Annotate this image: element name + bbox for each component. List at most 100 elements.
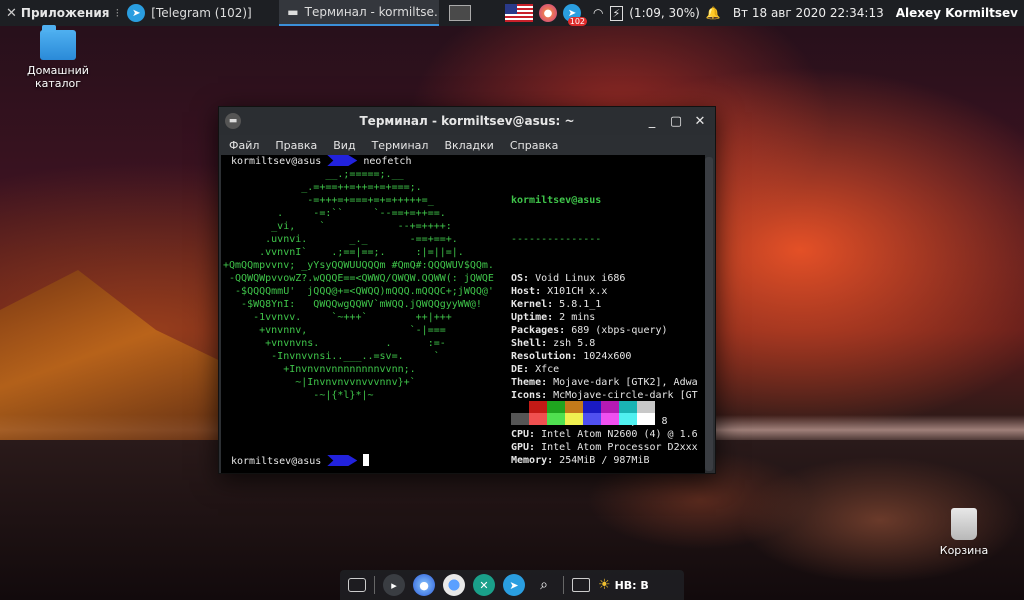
info-line: GPU: Intel Atom Processor D2xxx (511, 441, 701, 454)
prompt-arrow-icon (327, 155, 358, 166)
info-key: Shell: (511, 338, 548, 349)
info-line: Resolution: 1024x600 (511, 350, 701, 363)
info-line: DE: Xfce (511, 363, 701, 376)
palette-swatch (637, 401, 655, 413)
window-menubar: Файл Правка Вид Терминал Вкладки Справка (219, 135, 715, 155)
prompt-line-2: kormiltsev@asus (231, 454, 370, 468)
dock-separator (374, 576, 375, 594)
ascii-line: -$WQ8YnI: QWQQwgQQWV`mWQQ.jQWQQgyyWW@! (223, 299, 482, 310)
terminal-scrollbar[interactable] (705, 157, 713, 471)
xfce-logo-icon: ✕ (6, 5, 17, 21)
window-titlebar[interactable]: ▬ Терминал - kormiltsev@asus: ~ _ ▢ ✕ (219, 107, 715, 135)
palette-swatch (619, 401, 637, 413)
info-separator: --------------- (511, 234, 602, 245)
info-key: CPU: (511, 429, 536, 440)
ascii-line: _.=+==++=++=+=+===;. (223, 182, 422, 193)
info-value: McMojave-circle-dark [GT (547, 390, 698, 401)
prompt-arrow-icon (327, 455, 358, 466)
close-button[interactable]: ✕ (693, 114, 707, 129)
ascii-line: -$QQQQmmU' jQQQ@+=<QWQQ)mQQQ.mQQQC+;jWQQ… (223, 286, 494, 297)
dock-separator (563, 576, 564, 594)
system-info: kormiltsev@asus --------------- OS: Void… (511, 168, 701, 493)
workspace-switcher[interactable] (449, 5, 472, 21)
ascii-line: +Invnvnvnnnnnnnnvvnn;. (223, 364, 416, 375)
task-label: [Telegram (102)] (151, 6, 252, 20)
menu-file[interactable]: Файл (229, 139, 259, 152)
info-key: Resolution: (511, 351, 578, 362)
terminal-icon[interactable]: ▸ (383, 574, 405, 596)
info-host-header: kormiltsev@asus (511, 195, 602, 206)
clock[interactable]: Вт 18 авг 2020 22:34:13 (733, 6, 884, 20)
trash-icon (951, 508, 977, 540)
firefox-icon[interactable]: ● (539, 4, 558, 22)
wifi-icon[interactable]: ◠ (593, 6, 603, 20)
palette-swatch (637, 413, 655, 425)
chromium-icon[interactable] (443, 574, 465, 596)
ascii-line: +vnvnnv, `-|=== (223, 325, 446, 336)
menu-edit[interactable]: Правка (275, 139, 317, 152)
prompt-command: neofetch (363, 156, 412, 167)
firefox-icon[interactable]: ● (413, 574, 435, 596)
info-line: CPU: Intel Atom N2600 (4) @ 1.6 (511, 428, 701, 441)
home-folder-desktop-icon[interactable]: Домашний каталог (20, 25, 96, 90)
files-icon[interactable] (572, 578, 590, 592)
us-flag-icon[interactable] (505, 4, 534, 22)
user-menu[interactable]: Alexey Kormiltsev (896, 6, 1018, 20)
menu-view[interactable]: Вид (333, 139, 355, 152)
telegram-icon[interactable]: ➤ (503, 574, 525, 596)
battery-status[interactable]: (1:09, 30%) (629, 6, 700, 20)
palette-swatch (565, 401, 583, 413)
menu-terminal[interactable]: Терминал (372, 139, 429, 152)
ascii-line: -~|{*l}*|~ (223, 390, 374, 401)
info-value: Intel Atom N2600 (4) @ 1.6 (535, 429, 698, 440)
palette-swatch (583, 401, 601, 413)
terminal-window: ▬ Терминал - kormiltsev@asus: ~ _ ▢ ✕ Фа… (218, 106, 716, 474)
window-list-icon[interactable] (348, 578, 366, 592)
ascii-line: .uvnvi. _._ -==+==+. (223, 234, 458, 245)
prompt-line-1: kormiltsev@asus neofetch (231, 155, 411, 168)
ascii-line: _vi, ` --+=++++: (223, 221, 452, 232)
info-value: 5.8.1_1 (553, 299, 602, 310)
task-terminal[interactable]: ▬ Терминал - kormiltse… (279, 0, 440, 26)
palette-swatch (547, 401, 565, 413)
terminal-icon: ▬ (287, 5, 299, 19)
menu-help[interactable]: Справка (510, 139, 558, 152)
ascii-line: ~|Invnvnvvnvvvnnv}+` (223, 377, 416, 388)
prompt-user: kormiltsev@asus (231, 156, 322, 167)
maximize-button[interactable]: ▢ (669, 114, 683, 129)
palette-swatch (619, 413, 637, 425)
info-line: OS: Void Linux i686 (511, 272, 701, 285)
info-key: Icons: (511, 390, 548, 401)
trash-label: Корзина (939, 544, 989, 557)
info-line: Memory: 254MiB / 987MiB (511, 454, 701, 467)
applications-menu-button[interactable]: ✕ Приложения (0, 0, 115, 26)
telegram-tray-icon[interactable]: ➤ 102 (563, 4, 588, 26)
ascii-line: +vnvnvns. . :=- (223, 338, 446, 349)
top-panel: ✕ Приложения ⁝ ➤ [Telegram (102)] ▬ Терм… (0, 0, 1024, 26)
info-line: Theme: Mojave-dark [GTK2], Adwa (511, 376, 701, 389)
palette-swatch (601, 413, 619, 425)
applications-label: Приложения (20, 6, 110, 20)
info-key: Host: (511, 286, 542, 297)
window-menu-icon[interactable]: ▬ (225, 113, 241, 129)
palette-swatch (529, 401, 547, 413)
info-line: Host: X101CH x.x (511, 285, 701, 298)
minimize-button[interactable]: _ (645, 114, 659, 129)
task-telegram[interactable]: ➤ [Telegram (102)] (119, 0, 279, 26)
info-value: X101CH x.x (541, 286, 608, 297)
terminal-output[interactable]: kormiltsev@asus neofetch __.;=====;.__ _.… (221, 155, 705, 473)
xmind-icon[interactable]: ✕ (473, 574, 495, 596)
menu-tabs[interactable]: Вкладки (444, 139, 493, 152)
bottom-dock: ▸ ● ✕ ➤ ⌕ ☀ НВ: В (340, 570, 684, 600)
search-icon[interactable]: ⌕ (533, 574, 555, 596)
battery-icon[interactable]: ⚡ (609, 5, 624, 21)
info-value: 689 (xbps-query) (565, 325, 668, 336)
info-key: Packages: (511, 325, 566, 336)
trash-desktop-icon[interactable]: Корзина (932, 508, 996, 557)
palette-swatch (583, 413, 601, 425)
notification-bell-icon[interactable]: 🔔 (706, 6, 721, 20)
info-value: Xfce (529, 364, 560, 375)
weather-widget[interactable]: ☀ НВ: В (598, 577, 649, 593)
home-folder-label-line1: Домашний (27, 64, 89, 77)
task-label: Терминал - kormiltse… (304, 5, 440, 19)
